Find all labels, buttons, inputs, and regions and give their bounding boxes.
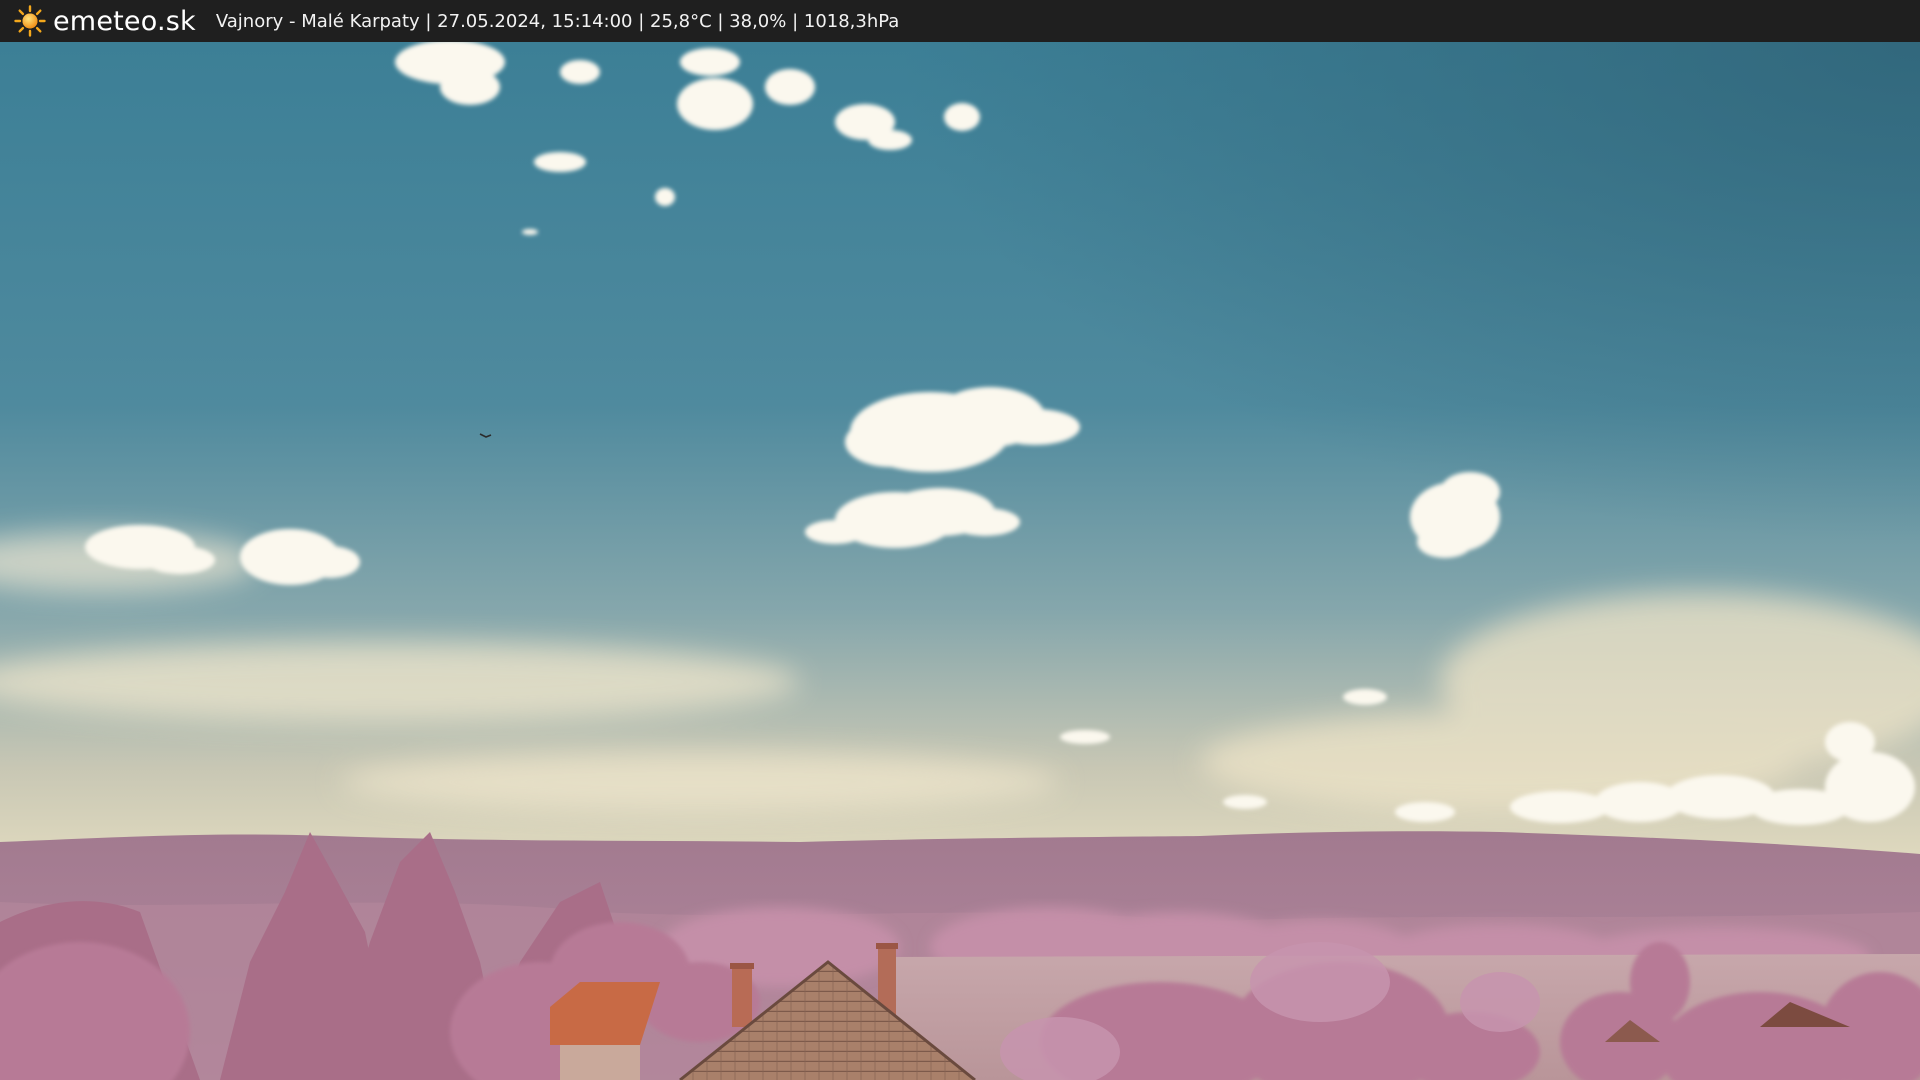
sun-icon	[14, 5, 46, 37]
brand-name: emeteo.sk	[53, 5, 196, 37]
station-caption: Vajnory - Malé Karpaty | 27.05.2024, 15:…	[215, 10, 900, 32]
top-bar: emeteo.sk Vajnory - Malé Karpaty | 27.05…	[0, 0, 1920, 42]
site-logo-link[interactable]: emeteo.sk	[14, 5, 196, 37]
webcam-image[interactable]	[0, 42, 1920, 1080]
webcam-scene	[0, 42, 1920, 1080]
